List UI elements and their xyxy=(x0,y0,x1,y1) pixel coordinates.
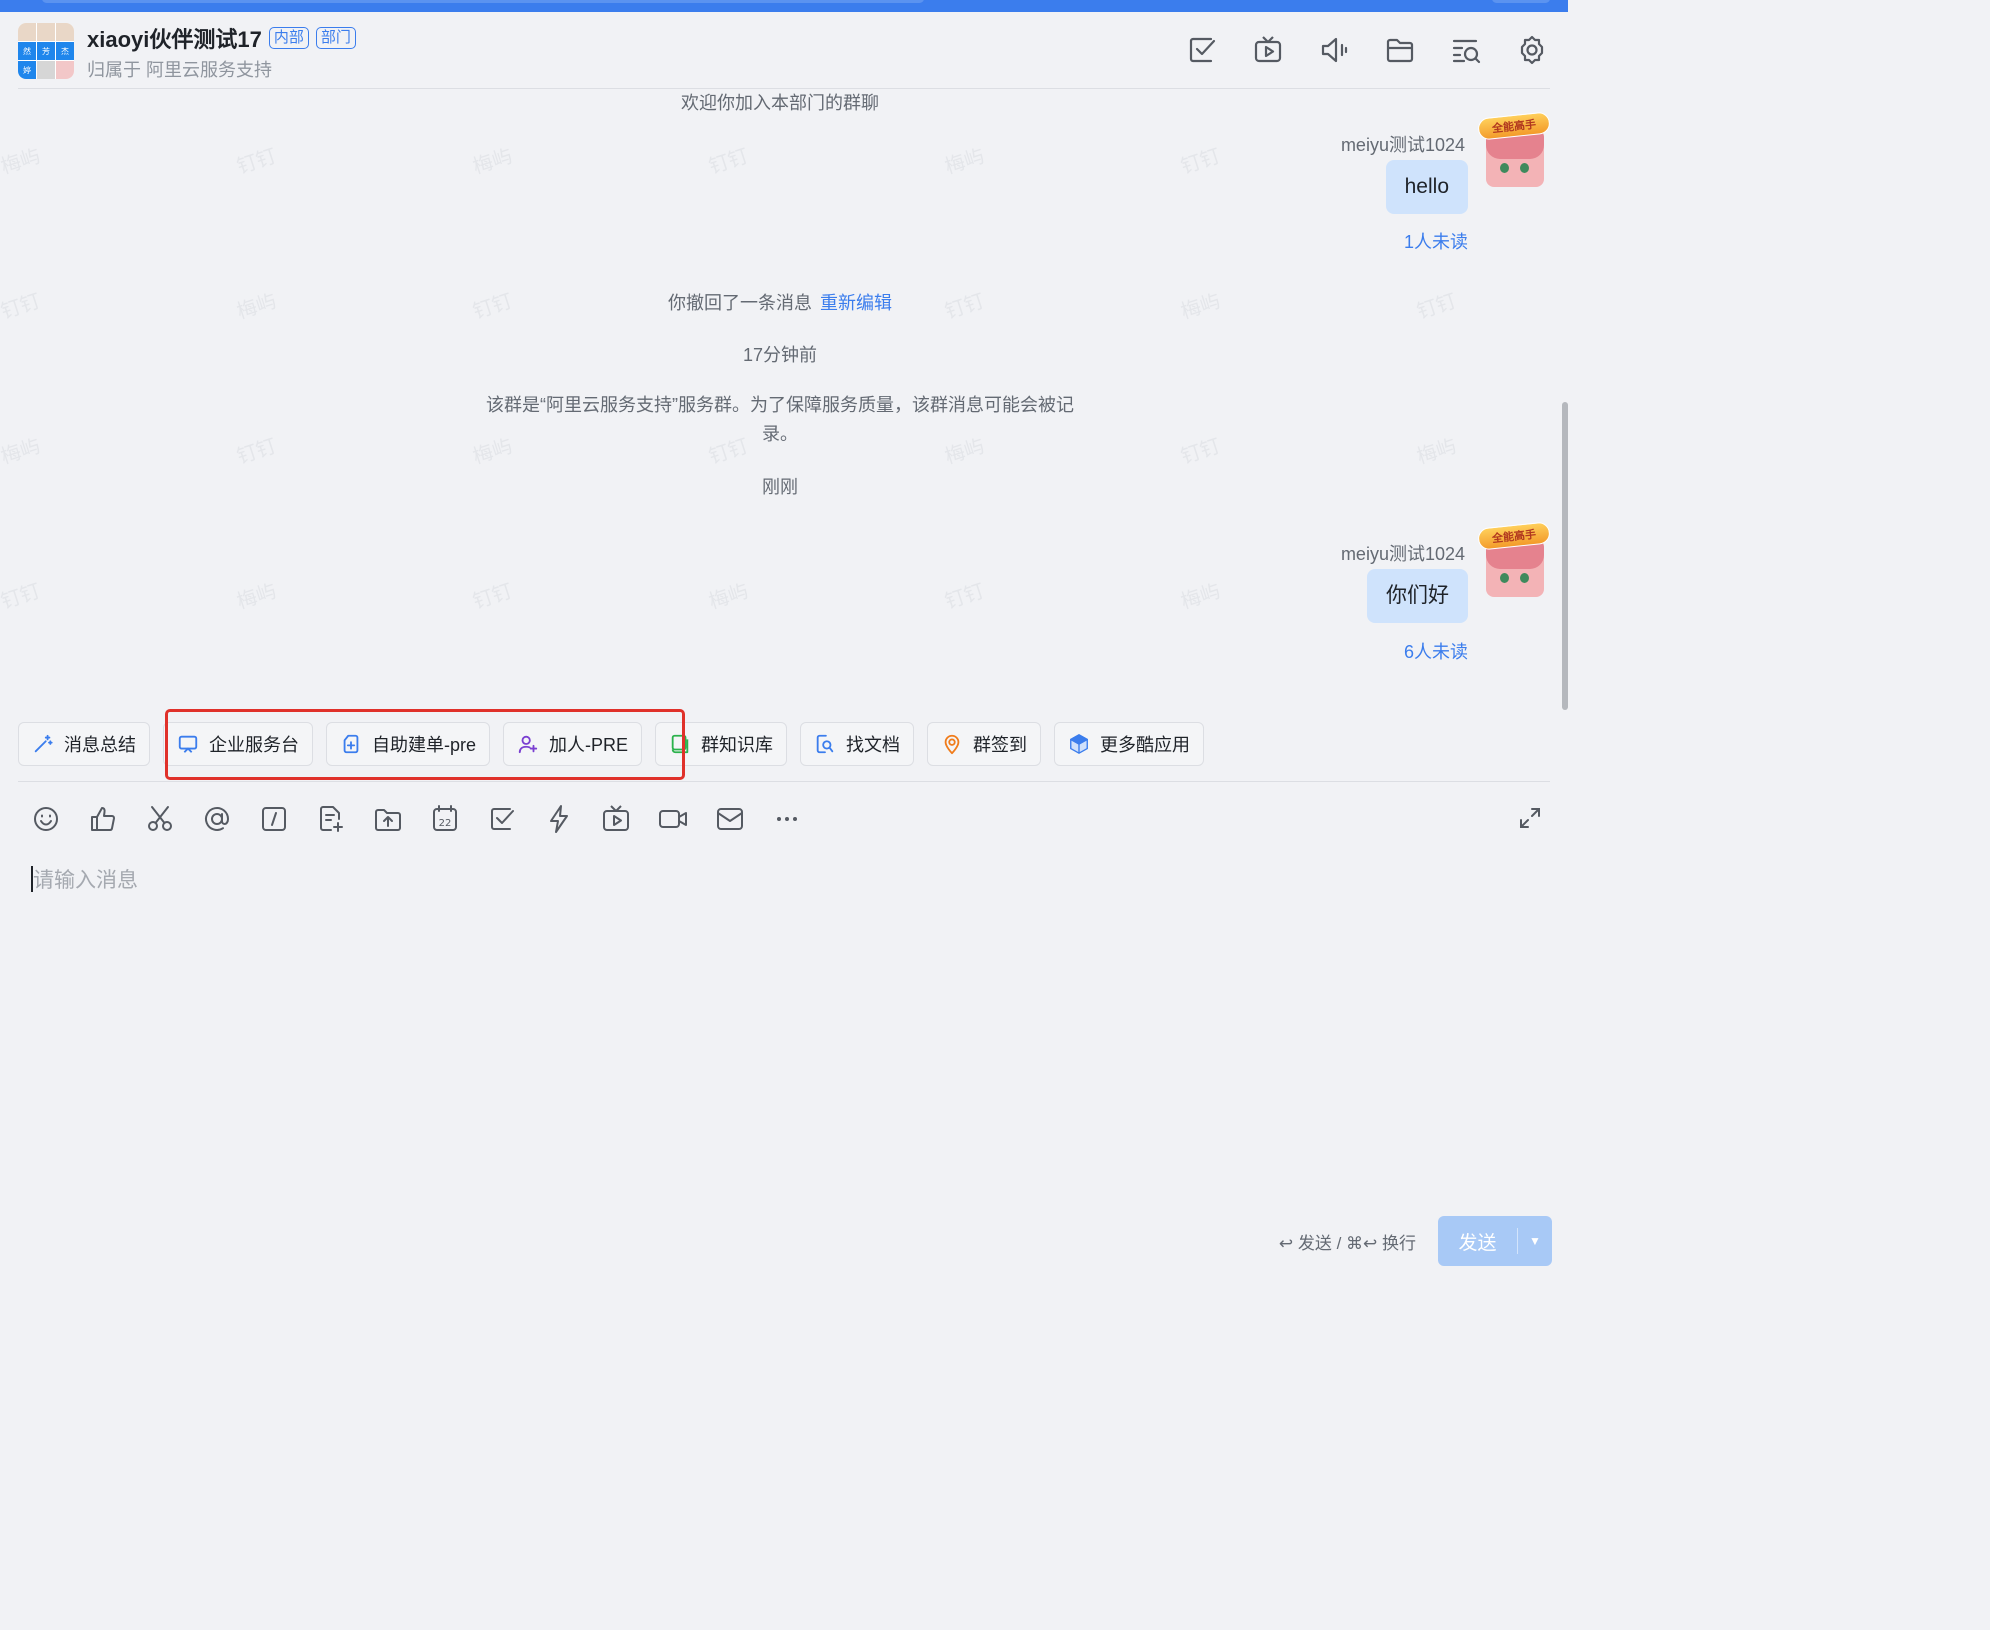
avatar-eye xyxy=(1500,163,1509,173)
avatar-eye xyxy=(1500,573,1509,583)
system-welcome-message: 欢迎你加入本部门的群聊 xyxy=(681,93,879,113)
header-toolbar xyxy=(1186,34,1548,66)
re-edit-link[interactable]: 重新编辑 xyxy=(820,293,892,313)
avatar-tile: 然 xyxy=(18,42,36,60)
top-bar-pill xyxy=(42,0,924,3)
scrollbar[interactable] xyxy=(1562,402,1568,710)
recall-text: 你撤回了一条消息 xyxy=(668,293,812,313)
avatar-tile xyxy=(56,23,74,41)
avatar-tile: 杰 xyxy=(56,42,74,60)
service-group-notice: 该群是“阿里云服务支持”服务群。为了保障服务质量，该群消息可能会被记录。 xyxy=(486,395,1074,444)
group-name[interactable]: xiaoyi伙伴测试17 xyxy=(87,22,262,54)
sender-name: meiyu测试1024 xyxy=(1340,544,1465,564)
shortcut-hint: ↩ 发送 / ⌘↩ 换行 xyxy=(1278,1234,1416,1253)
quick-app-find-docs[interactable]: 找文档 xyxy=(800,722,915,766)
todo-check-icon[interactable] xyxy=(486,803,518,835)
ding-lightning-icon[interactable] xyxy=(543,803,575,835)
tag-internal: 内部 xyxy=(268,27,309,49)
more-icon[interactable] xyxy=(771,803,803,835)
note-add-icon[interactable] xyxy=(315,803,347,835)
chat-header: 然 芳 杰 婷 xiaoyi伙伴测试17 内部 部门 归属于 阿里云服务支持 xyxy=(0,12,1568,89)
quick-app-message-summary[interactable]: 消息总结 xyxy=(18,722,150,766)
avatar[interactable]: 全能高手 xyxy=(1477,521,1551,597)
avatar-tile: 婷 xyxy=(18,61,36,79)
chevron-down-icon[interactable]: ▼ xyxy=(1518,1234,1552,1248)
quick-app-more-apps[interactable]: 更多酷应用 xyxy=(1054,722,1205,766)
cube-icon xyxy=(1070,734,1088,754)
quick-app-label: 群知识库 xyxy=(701,735,774,755)
expand-icon[interactable] xyxy=(1518,806,1542,830)
text-cursor xyxy=(31,866,33,892)
send-button[interactable]: 发送 ▼ xyxy=(1438,1216,1552,1266)
highlight-box xyxy=(165,709,685,780)
unread-count[interactable]: 1人未读 xyxy=(1404,228,1468,254)
avatar-tile xyxy=(56,61,74,79)
doc-search-icon xyxy=(816,734,834,754)
message-input[interactable] xyxy=(30,864,1530,1194)
quick-app-check-in[interactable]: 群签到 xyxy=(927,722,1042,766)
magic-wand-icon xyxy=(34,734,53,753)
message-bubble[interactable]: hello xyxy=(1385,160,1468,214)
group-subtitle: 归属于 阿里云服务支持 xyxy=(87,60,272,80)
message-bubble[interactable]: 你们好 xyxy=(1367,569,1468,623)
avatar-tile xyxy=(37,61,55,79)
calendar-icon[interactable]: 22 xyxy=(429,803,461,835)
quick-app-label: 消息总结 xyxy=(64,735,136,755)
window-top-bar xyxy=(0,0,1568,12)
send-button-label: 发送 xyxy=(1458,1232,1497,1254)
group-avatar[interactable]: 然 芳 杰 婷 xyxy=(18,23,74,79)
avatar[interactable]: 全能高手 xyxy=(1477,111,1551,187)
avatar-eye xyxy=(1520,163,1529,173)
group-title-row: xiaoyi伙伴测试17 内部 部门 xyxy=(87,22,356,54)
announcement-icon[interactable] xyxy=(1318,34,1350,66)
avatar-eye xyxy=(1520,573,1529,583)
tag-department: 部门 xyxy=(315,27,356,49)
timestamp: 17分钟前 xyxy=(742,345,818,365)
settings-icon[interactable] xyxy=(1516,34,1548,66)
at-icon[interactable] xyxy=(201,803,233,835)
avatar-tile: 芳 xyxy=(37,42,55,60)
scissors-icon[interactable] xyxy=(144,803,176,835)
slash-command-icon[interactable] xyxy=(258,803,290,835)
quick-app-label: 群签到 xyxy=(973,735,1028,755)
emoji-icon[interactable] xyxy=(30,803,62,835)
location-icon xyxy=(944,734,960,755)
composer-divider xyxy=(18,781,1550,782)
task-icon[interactable] xyxy=(1186,34,1218,66)
avatar-tile xyxy=(37,23,55,41)
calendar-day-text: 22 xyxy=(439,818,452,829)
composer-toolbar: 22 xyxy=(30,803,803,835)
sender-name: meiyu测试1024 xyxy=(1340,135,1465,155)
avatar-tile xyxy=(18,23,36,41)
quick-app-label: 更多酷应用 xyxy=(1100,735,1191,755)
top-bar-pill-right xyxy=(1492,0,1550,3)
search-history-icon[interactable] xyxy=(1450,34,1482,66)
live-icon[interactable] xyxy=(1252,34,1284,66)
recall-notice: 你撤回了一条消息 重新编辑 xyxy=(0,289,1560,315)
mail-icon[interactable] xyxy=(714,803,746,835)
message-list[interactable]: 欢迎你加入本部门的群聊 全能高手 meiyu测试1024 hello 1人未读 … xyxy=(0,89,1568,719)
live-tv-icon[interactable] xyxy=(600,803,632,835)
folder-icon[interactable] xyxy=(1384,34,1416,66)
unread-count[interactable]: 6人未读 xyxy=(1404,638,1468,664)
video-call-icon[interactable] xyxy=(657,803,689,835)
timestamp: 刚刚 xyxy=(762,477,798,497)
upload-folder-icon[interactable] xyxy=(372,803,404,835)
quick-app-label: 找文档 xyxy=(846,735,901,755)
thumbs-up-icon[interactable] xyxy=(87,803,119,835)
message-input-area xyxy=(30,864,1530,1194)
